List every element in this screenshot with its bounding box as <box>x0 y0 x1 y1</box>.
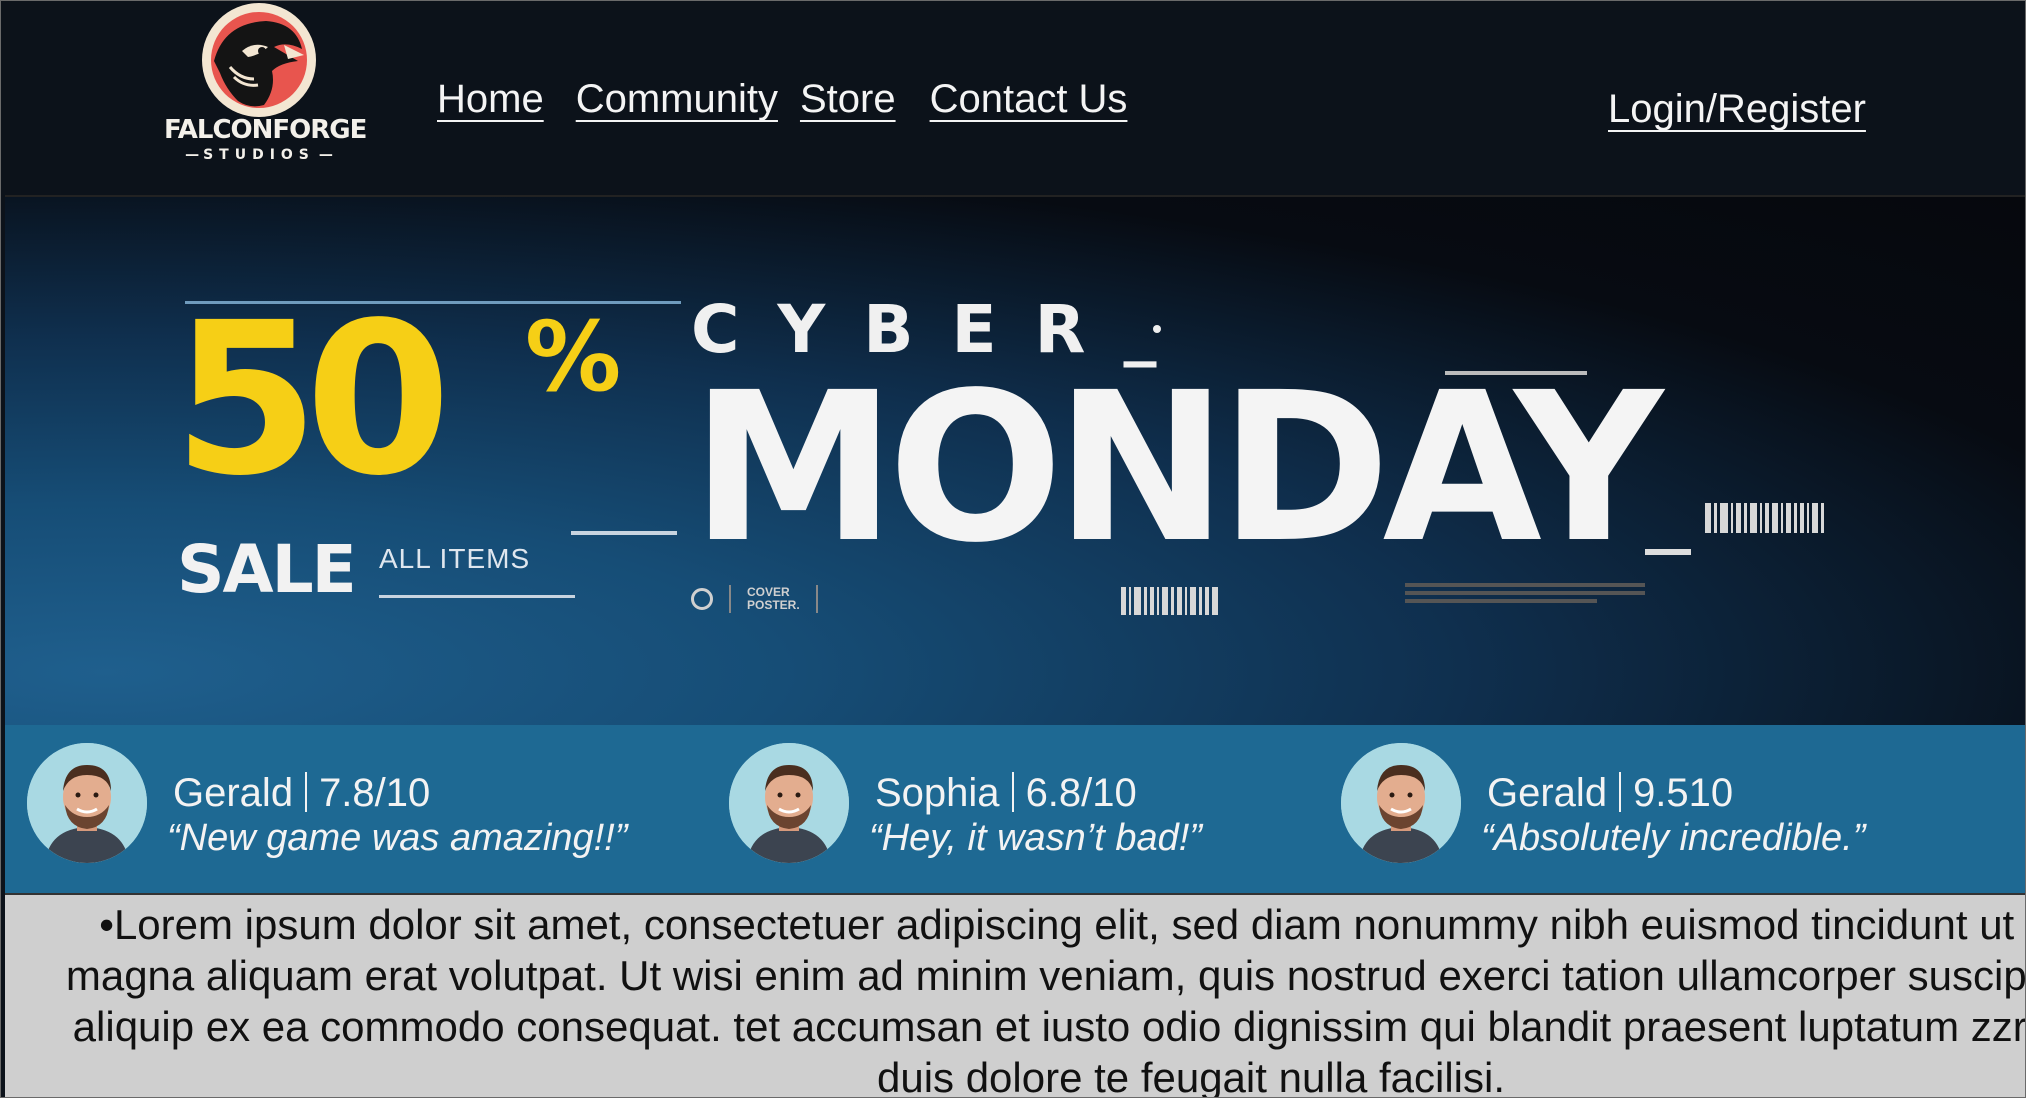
all-items-underline <box>379 595 575 598</box>
barcode-right <box>1705 503 1824 533</box>
falcon-logo-icon <box>202 3 316 117</box>
nav-store-link[interactable]: Store <box>800 77 896 122</box>
reviewer-name: Gerald <box>173 771 294 815</box>
banner-dash <box>571 531 677 535</box>
body-text-section: •Lorem ipsum dolor sit amet, consectetue… <box>5 895 2025 1098</box>
body-text: Lorem ipsum dolor sit amet, consectetuer… <box>65 901 2025 1098</box>
review-card[interactable]: Gerald 9.510 “Absolutely incredible.” <box>1341 743 1961 873</box>
reviewer-name: Gerald <box>1487 771 1608 815</box>
review-score: 6.8/10 <box>1025 771 1137 815</box>
review-separator <box>305 772 308 812</box>
nav-community-link[interactable]: Community <box>576 77 778 122</box>
review-separator <box>1011 772 1014 812</box>
sale-label: SALE <box>177 531 357 608</box>
monday-heading: MONDAY <box>691 348 1663 588</box>
all-items-label: ALL ITEMS <box>379 543 531 574</box>
cover-poster-badge: COVER POSTER. <box>691 585 818 613</box>
nav-contact-link[interactable]: Contact Us <box>930 77 1128 122</box>
cyber-dot <box>1153 325 1161 333</box>
badge-separator <box>729 585 731 613</box>
percent-sign: % <box>525 301 622 413</box>
review-card[interactable]: Sophia 6.8/10 “Hey, it wasn’t bad!” <box>729 743 1289 873</box>
reviewer-name: Sophia <box>875 771 1000 815</box>
monday-overline <box>1445 371 1587 375</box>
brand-subtitle: STUDIOS <box>164 147 354 163</box>
reviewer-avatar <box>729 743 849 863</box>
review-header: Gerald 7.8/10 <box>173 771 430 816</box>
person-avatar-icon <box>27 743 147 863</box>
main-nav: Home Community Store Contact Us <box>437 77 1127 122</box>
site-header: FALCONFORGE STUDIOS Home Community Store… <box>1 1 2025 195</box>
review-header: Sophia 6.8/10 <box>875 771 1137 816</box>
body-paragraph: •Lorem ipsum dolor sit amet, consectetue… <box>41 899 2025 1098</box>
reviewer-avatar <box>1341 743 1461 863</box>
review-quote: “Hey, it wasn’t bad!” <box>869 817 1202 859</box>
barcode-center <box>1121 587 1218 615</box>
nav-home-link[interactable]: Home <box>437 77 544 122</box>
login-register-link[interactable]: Login/Register <box>1608 87 1866 132</box>
page-frame: FALCONFORGE STUDIOS Home Community Store… <box>0 0 2026 1098</box>
review-quote: “Absolutely incredible.” <box>1481 817 1866 859</box>
monday-underscore <box>1645 549 1691 555</box>
banner-fineprint <box>1405 583 1645 607</box>
sale-percent: 50 <box>173 277 451 522</box>
person-avatar-icon <box>729 743 849 863</box>
badge-text: COVER POSTER. <box>747 586 800 611</box>
badge-circle-icon <box>691 588 713 610</box>
badge-separator-2 <box>815 585 818 613</box>
cyber-monday-banner[interactable]: 50 % SALE ALL ITEMS CYBER_ MONDAY COVER … <box>5 195 2025 727</box>
review-score: 7.8/10 <box>319 771 431 815</box>
badge-line-2: POSTER. <box>747 598 800 612</box>
brand-name: FALCONFORGE <box>164 115 367 145</box>
review-header: Gerald 9.510 <box>1487 771 1733 816</box>
review-score: 9.510 <box>1633 771 1734 815</box>
bullet: • <box>99 901 114 948</box>
review-quote: “New game was amazing!!” <box>167 817 628 859</box>
reviewer-avatar <box>27 743 147 863</box>
brand-logo[interactable]: FALCONFORGE STUDIOS <box>156 1 367 171</box>
review-separator <box>1619 772 1622 812</box>
reviews-strip: Gerald 7.8/10 “New game was amazing!!” So… <box>5 725 2025 895</box>
person-avatar-icon <box>1341 743 1461 863</box>
review-card[interactable]: Gerald 7.8/10 “New game was amazing!!” <box>27 743 687 873</box>
